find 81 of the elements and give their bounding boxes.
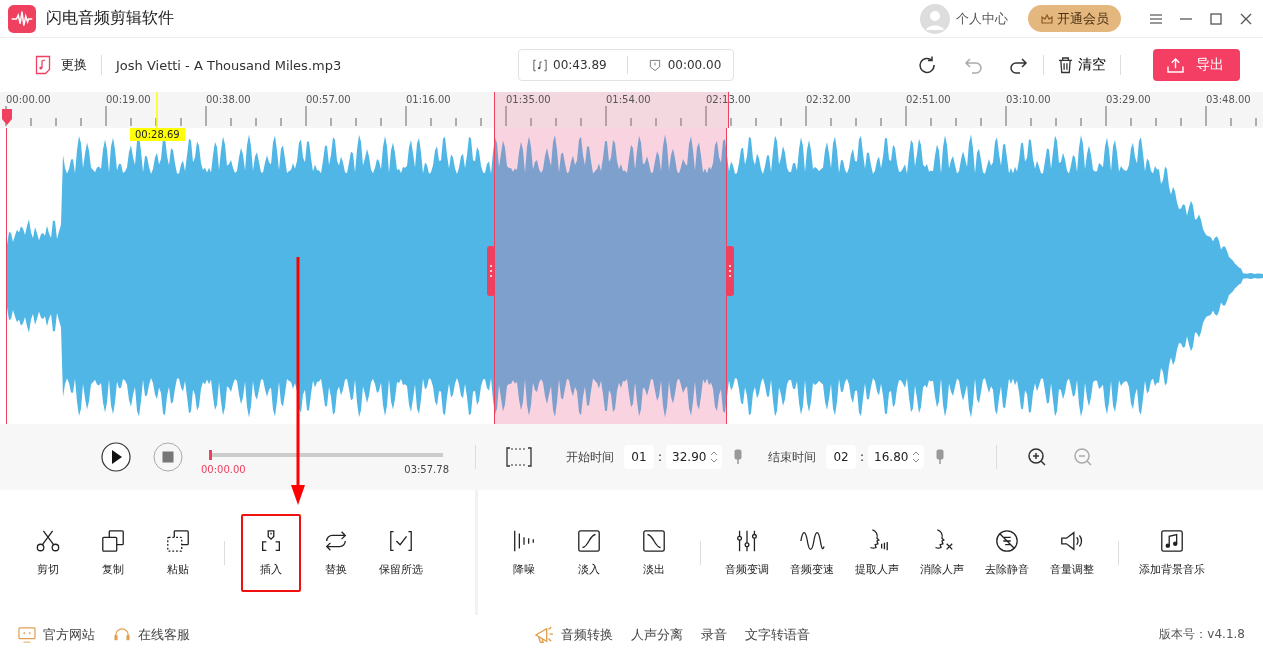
headset-icon [113,626,131,643]
footer-link[interactable]: 录音 [701,625,727,644]
total-time: 03:57.78 [404,464,449,475]
spinner-arrows-icon[interactable] [912,450,921,464]
ruler-time-label: 03:10.00 [1006,94,1052,105]
monitor-icon [18,626,36,643]
footer-link[interactable]: 人声分离 [631,625,683,644]
ruler-time-label: 00:19.00 [106,94,152,105]
music-note-icon [533,58,547,72]
version-text: 版本号：v4.1.8 [1159,626,1245,643]
menu-icon[interactable] [1149,11,1163,26]
footer-link[interactable]: 官方网站 [18,625,95,644]
upload-icon [1167,57,1184,73]
colon-separator: : [860,450,865,464]
time-label: 开始时间 [566,448,614,466]
footer-link[interactable]: 在线客服 [113,625,190,644]
close-icon[interactable] [1239,11,1253,26]
cursor-line [156,92,158,128]
fade-out-curve-icon [641,528,667,554]
refresh-icon[interactable] [917,55,937,75]
pin-icon[interactable] [936,449,945,465]
vip-button[interactable]: 开通会员 [1028,5,1121,32]
selection-end-handle[interactable] [726,246,734,296]
megaphone-icon [534,625,554,644]
minutes-field[interactable]: 02 [826,445,857,469]
app-logo-icon [8,4,36,33]
window-title: 闪电音频剪辑软件 [46,8,174,29]
ruler-time-label: 03:29.00 [1106,94,1152,105]
music-file-icon[interactable] [35,55,51,75]
ruler-time-label: 01:16.00 [406,94,452,105]
paste-icon [165,528,191,554]
export-button[interactable]: 导出 [1153,49,1240,81]
colon-separator: : [658,450,663,464]
trash-icon [1058,56,1073,74]
copy-icon [100,528,126,554]
minutes-field[interactable]: 01 [624,445,654,469]
selection-overlay[interactable] [494,128,727,424]
ruler-time-label: 02:51.00 [906,94,952,105]
scissors-icon [35,528,61,554]
seconds-field[interactable]: 16.80 [868,445,925,469]
bracket-check-icon [388,528,414,554]
fade-in-curve-icon [576,528,602,554]
bars-icon [511,528,537,554]
footer-link[interactable]: 文字转语音 [745,625,810,644]
ruler-time-label: 03:48.00 [1206,94,1252,105]
seconds-field[interactable]: 32.90 [666,445,723,469]
user-center-link[interactable]: 个人中心 [956,9,1008,28]
music-note-icon [1159,528,1185,554]
select-region-icon[interactable] [506,447,532,467]
clear-button[interactable]: 清空 [1058,56,1106,74]
avatar-icon [920,3,950,34]
pin-icon[interactable] [734,449,743,465]
selection-start-handle[interactable] [487,246,495,296]
sliders-icon [734,528,760,554]
spinner-arrows-icon[interactable] [710,450,719,464]
crossed-circle-icon [994,528,1020,554]
zoom-in-icon[interactable] [1027,447,1048,467]
ruler-time-label: 00:57.00 [306,94,352,105]
current-time: 00:00.00 [201,464,246,475]
redo-icon[interactable] [1009,55,1029,75]
progress-thumb[interactable] [209,450,212,460]
ruler-time-label: 02:32.00 [806,94,852,105]
footer-link[interactable]: 音频转换 [508,625,613,644]
playback-progress-track[interactable] [209,453,443,457]
ruler-time-label: 00:00.00 [6,94,52,105]
time-label: 结束时间 [768,448,817,466]
stop-button-icon[interactable] [153,442,183,472]
ruler-time-label: 00:38.00 [206,94,252,105]
duration-text: 00:43.89 [553,58,607,72]
ruler-time-label: 01:35.00 [506,94,552,105]
replace-file-link[interactable]: 更换 [61,56,87,74]
tool-button[interactable]: 插入 [241,513,301,592]
maximize-icon[interactable] [1209,11,1223,26]
cursor-time-tag: 00:28.69 [130,128,185,141]
play-button-icon[interactable] [101,442,131,472]
speaker-icon [1059,528,1085,554]
shield-icon [647,58,662,72]
position-text: 00:00.00 [667,58,722,72]
file-name: Josh Vietti - A Thousand Miles.mp3 [116,57,343,73]
playhead-handle-icon[interactable] [2,109,12,125]
ruler-time-label: 01:54.00 [606,94,652,105]
